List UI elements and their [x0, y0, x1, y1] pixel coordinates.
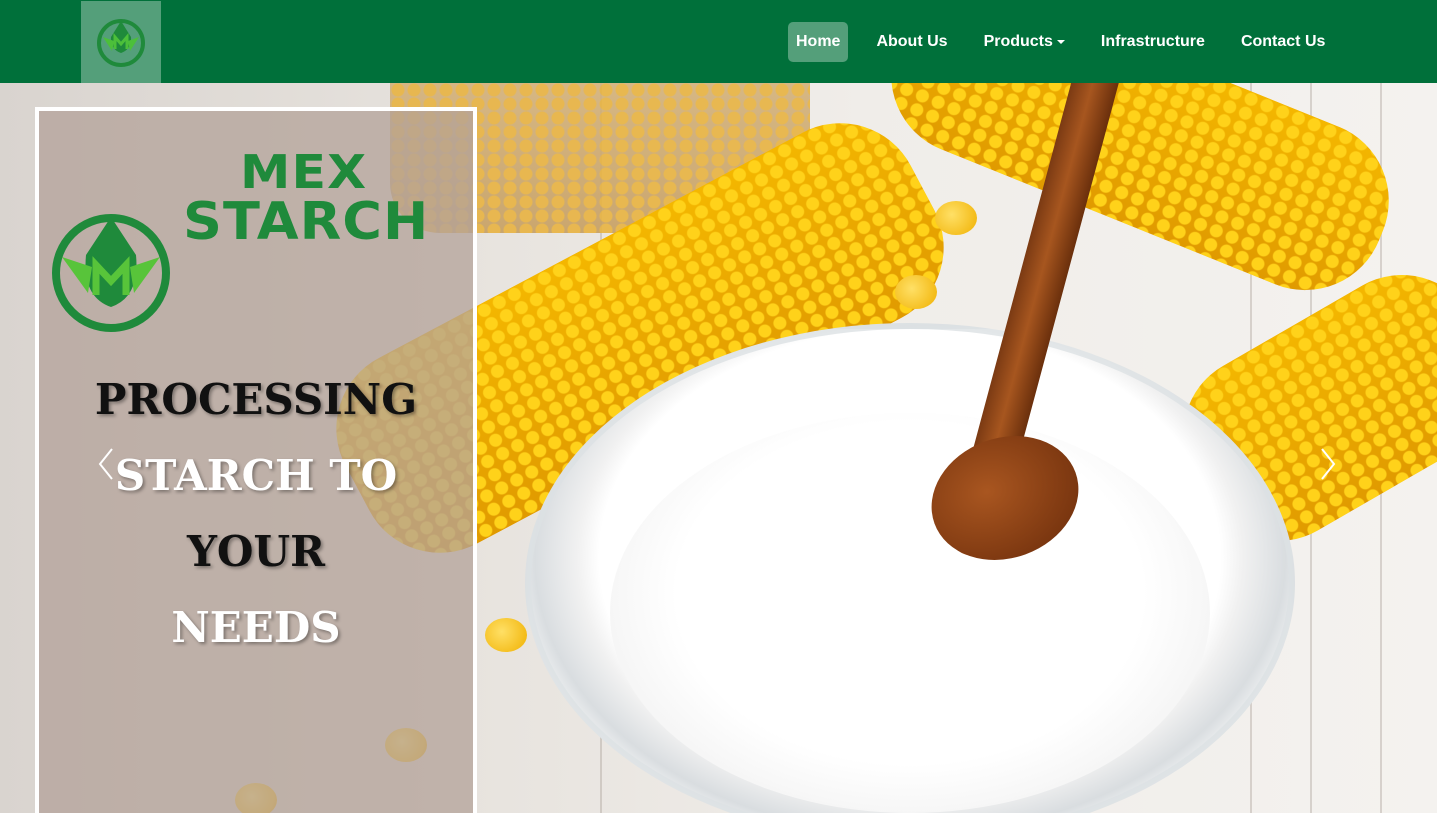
nav-about-us-label: About Us	[876, 33, 948, 50]
logo-text-starch: STARCH	[183, 192, 430, 252]
nav-infrastructure-label: Infrastructure	[1100, 33, 1205, 50]
logo-text-mex: MEX	[240, 145, 368, 199]
caret-down-icon	[1056, 39, 1065, 44]
tagline-line-3: YOUR	[186, 527, 326, 576]
nav-infrastructure[interactable]: Infrastructure	[1093, 22, 1213, 62]
chevron-right-icon	[1321, 448, 1336, 480]
nav-menu: Home About Us Products Infrastructure Co…	[788, 22, 1353, 62]
nav-contact-us-label: Contact Us	[1240, 33, 1326, 50]
nav-home-label: Home	[796, 33, 841, 50]
nav-products-dropdown[interactable]: Products	[976, 22, 1073, 62]
chevron-left-icon	[98, 448, 113, 480]
mex-starch-logo-icon	[97, 19, 145, 67]
carousel-prev-button[interactable]	[86, 444, 126, 484]
nav-about-us[interactable]: About Us	[868, 22, 955, 62]
tagline-line-4: NEEDS	[171, 603, 341, 652]
nav-contact-us[interactable]: Contact Us	[1233, 22, 1333, 62]
nav-home[interactable]: Home	[788, 22, 849, 62]
nav-products-label: Products	[983, 33, 1053, 50]
navbar: Home About Us Products Infrastructure Co…	[0, 0, 1437, 83]
tagline-line-1: PROCESSING	[94, 375, 418, 424]
carousel-next-button[interactable]	[1308, 444, 1348, 484]
brand-logo-link[interactable]	[81, 1, 161, 83]
